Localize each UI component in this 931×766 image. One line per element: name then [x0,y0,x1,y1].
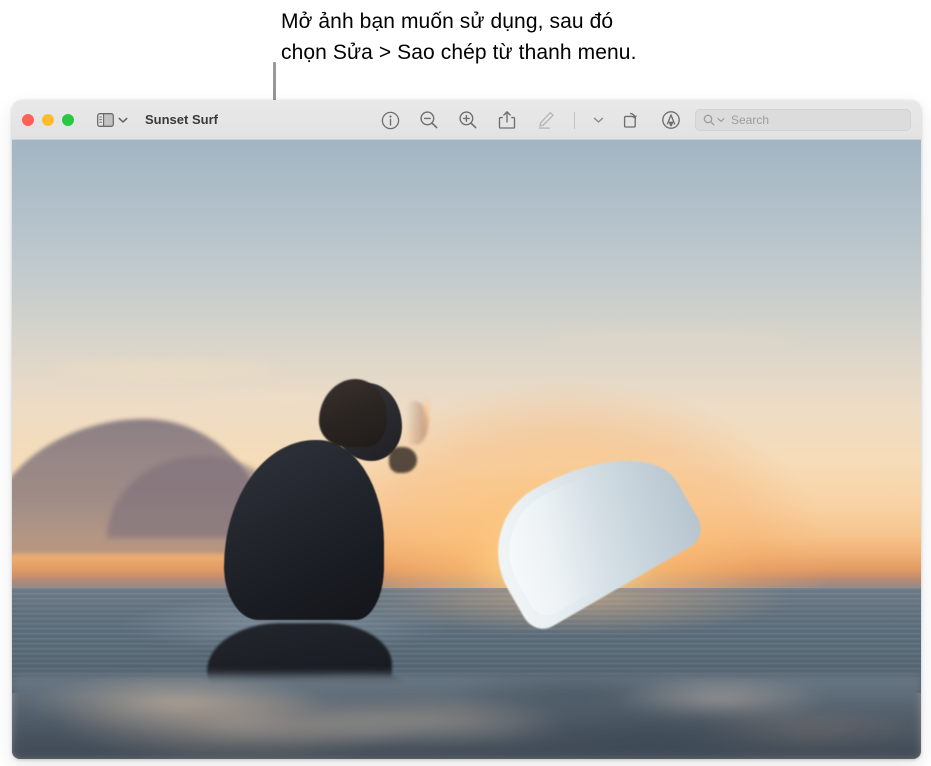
info-circle-icon [381,111,400,130]
rotate-button[interactable] [620,108,644,132]
zoom-out-button[interactable] [417,108,441,132]
zoom-in-button[interactable] [456,108,480,132]
chevron-down-icon [593,116,604,124]
minimize-button[interactable] [42,113,54,126]
surfer-hair [319,378,388,447]
sidebar-icon [97,112,114,127]
sidebar-chevron-down-icon[interactable] [118,116,128,124]
zoom-button[interactable] [62,113,74,126]
magnifier-plus-icon [458,110,478,130]
window-toolbar: Sunset Surf Search [12,100,921,140]
share-button[interactable] [495,108,519,132]
markup-button[interactable] [534,108,558,132]
annotate-button[interactable] [659,108,683,132]
magnifier-minus-icon [419,110,439,130]
preview-window: Sunset Surf Search [12,100,921,759]
surfer-wetsuit-torso [223,440,384,621]
toolbar-button-group [378,100,722,140]
close-button[interactable] [22,113,34,126]
search-input[interactable]: Search [695,109,911,131]
water-foreground-front [12,697,921,759]
callout-caption: Mở ảnh bạn muốn sử dụng, sau đó chọn Sửa… [281,10,637,64]
window-title: Sunset Surf [145,112,218,127]
info-button[interactable] [378,108,402,132]
search-icon [703,114,715,126]
surfer-rim-light [422,390,430,437]
photo-canvas[interactable] [12,140,921,759]
annotate-circle-icon [661,110,681,130]
markup-menu[interactable] [591,108,605,132]
search-chevron-down-icon[interactable] [717,117,725,123]
rotate-icon [622,110,642,130]
sidebar-toggle-control[interactable] [97,112,128,127]
pen-icon [536,110,556,130]
surfer [12,140,921,759]
surfer-beard [389,447,418,474]
share-icon [498,110,516,130]
toolbar-separator [574,111,575,129]
traffic-light-group [22,113,74,126]
search-placeholder: Search [731,113,770,127]
